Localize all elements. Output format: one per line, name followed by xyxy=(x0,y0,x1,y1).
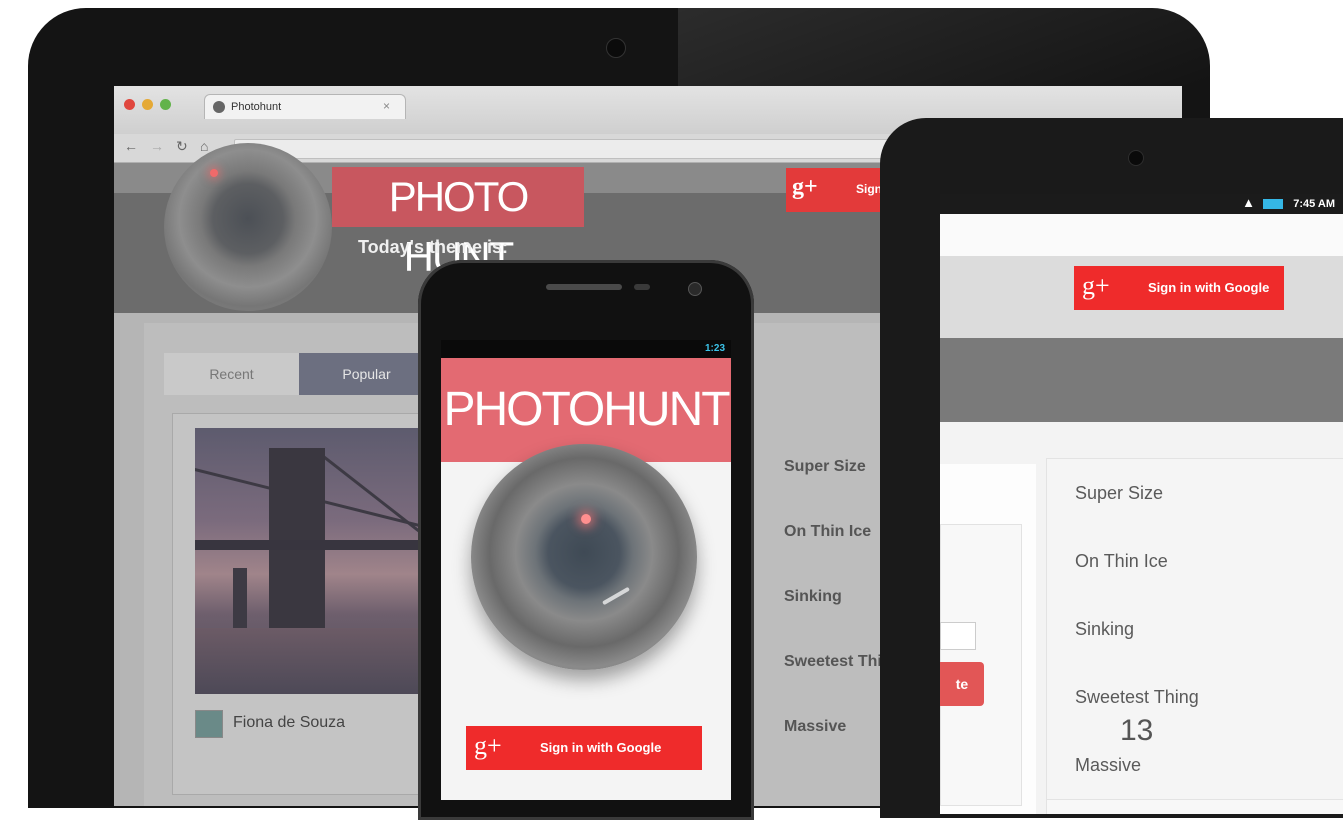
tablet-camera xyxy=(1128,150,1144,166)
google-signin-button[interactable]: g+ Sign in with Google xyxy=(466,726,702,770)
topic-item[interactable]: Sinking xyxy=(784,588,842,606)
tab-recent[interactable]: Recent xyxy=(164,353,299,395)
wifi-signal-icon: ▲ xyxy=(1242,195,1255,210)
tab-close-icon[interactable]: × xyxy=(383,99,390,113)
phone-clock: 1:23 xyxy=(704,343,725,354)
reload-icon[interactable]: ↻ xyxy=(176,138,188,155)
phone-speaker xyxy=(546,284,622,290)
phone-camera xyxy=(688,282,702,296)
tab-popular[interactable]: Popular xyxy=(299,353,434,395)
topic-label: Massive xyxy=(1075,755,1142,775)
topic-item[interactable]: Super Size xyxy=(784,458,866,476)
back-arrow-icon[interactable]: ← xyxy=(124,138,138,154)
topic-label: Sweetest Thing xyxy=(1075,687,1199,707)
laptop-camera xyxy=(606,38,626,58)
topic-item[interactable]: Sweetest Thing xyxy=(1047,663,1343,732)
topic-item[interactable]: On Thin Ice xyxy=(1047,527,1343,596)
app-title: PHOTO HUNT xyxy=(332,167,584,280)
topic-label: Super Size xyxy=(1075,483,1164,503)
topic-item[interactable]: Sinking xyxy=(1047,595,1343,664)
home-icon[interactable]: ⌂ xyxy=(200,138,208,154)
maximize-window-icon[interactable] xyxy=(160,99,171,110)
camera-lens-logo xyxy=(471,444,697,670)
vote-button[interactable]: te xyxy=(940,662,984,706)
tablet-theme-band xyxy=(940,338,1343,422)
forward-arrow-icon[interactable]: → xyxy=(150,138,164,154)
topic-item[interactable]: On Thin Ice xyxy=(784,523,871,541)
battery-icon xyxy=(1263,199,1283,209)
minimize-window-icon[interactable] xyxy=(142,99,153,110)
signin-label: Sign in with Google xyxy=(540,740,662,755)
tablet-photo-panel: te xyxy=(940,464,1036,814)
camera-lens-logo xyxy=(164,143,332,311)
water xyxy=(195,628,455,694)
google-signin-button[interactable]: g+ Sign in with Google xyxy=(1074,266,1284,310)
close-window-icon[interactable] xyxy=(124,99,135,110)
tablet-nav xyxy=(940,214,1343,257)
topic-label: On Thin Ice xyxy=(1075,551,1168,571)
bridge-cable xyxy=(195,468,455,544)
tablet-clock: 7:45 AM xyxy=(1293,198,1335,210)
lens-flare xyxy=(581,514,591,524)
google-plus-icon: g+ xyxy=(792,174,818,200)
topic-item[interactable]: Massive xyxy=(784,718,846,736)
topic-item[interactable]: Massive xyxy=(1047,731,1343,800)
bridge-photo[interactable] xyxy=(195,428,455,694)
phone-sensor xyxy=(634,284,650,290)
topic-item[interactable]: Super Size xyxy=(1047,459,1343,528)
browser-tab[interactable]: Photohunt × xyxy=(204,94,406,119)
tablet-device: ▲ 7:45 AM g+ Sign in with Google te Supe… xyxy=(880,118,1343,818)
bridge-deck xyxy=(195,540,455,550)
browser-tab-title: Photohunt xyxy=(231,101,282,113)
phone-screen: 1:23 PHOTOHUNT g+ Sign in with Google xyxy=(441,340,731,800)
topic-list: Super Size On Thin Ice Sinking Sweetest … xyxy=(1046,458,1343,814)
favicon-icon xyxy=(213,101,225,113)
vote-count-field[interactable] xyxy=(940,622,976,650)
topic-label: Sinking xyxy=(1075,619,1135,639)
slide-number: 13 xyxy=(1120,714,1154,747)
avatar[interactable] xyxy=(195,710,223,738)
google-plus-icon: g+ xyxy=(474,731,502,760)
google-plus-icon: g+ xyxy=(1082,271,1110,300)
tablet-status-bar: ▲ 7:45 AM xyxy=(940,194,1343,214)
author-name[interactable]: Fiona de Souza xyxy=(233,714,345,732)
topic-item[interactable]: Sweetest Thin xyxy=(784,653,892,671)
signin-label: Sign in with Google xyxy=(1148,280,1270,295)
phone-device: 1:23 PHOTOHUNT g+ Sign in with Google xyxy=(418,260,754,820)
phone-status-bar: 1:23 xyxy=(441,340,731,358)
lens-glint xyxy=(602,586,630,606)
lens-flare xyxy=(210,169,218,177)
theme-label: Today's theme is: xyxy=(358,237,508,257)
